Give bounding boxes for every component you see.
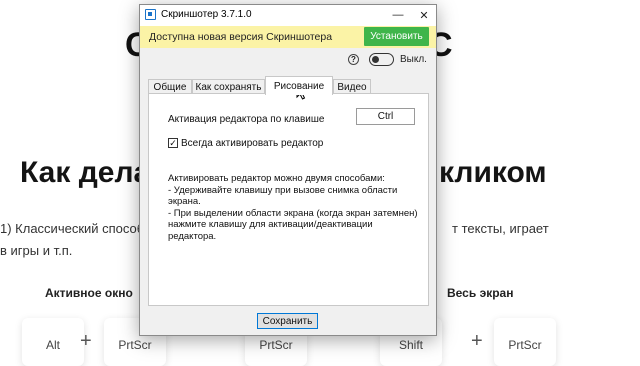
info-line: - При выделении области экрана (когда эк… (168, 207, 418, 219)
tab-how-to-save[interactable]: Как сохранять (192, 79, 265, 94)
always-activate-editor-label[interactable]: Всегда активировать редактор (181, 138, 323, 149)
page-paragraph-left: 1) Классический способ (0, 221, 145, 236)
help-icon[interactable]: ? (348, 54, 359, 65)
title-bar[interactable]: Скриншотер 3.7.1.0 — ✕ (140, 5, 436, 26)
editor-hotkey-label: Активация редактора по клавише (168, 114, 325, 125)
app-logo-icon (145, 9, 156, 20)
page-paragraph-line2: в игры и т.п. (0, 243, 73, 258)
close-button[interactable]: ✕ (412, 5, 436, 25)
plus-sign: + (471, 330, 483, 352)
page-heading-left: Как дела (20, 156, 151, 189)
page-heading-right: кликом (439, 156, 547, 189)
window-title: Скриншотер 3.7.1.0 (161, 9, 252, 20)
col-label-active-window: Активное окно (45, 286, 133, 300)
update-message: Доступна новая версия Скриншотера (149, 31, 333, 43)
save-button[interactable]: Сохранить (257, 313, 318, 329)
tab-general[interactable]: Общие (148, 79, 192, 94)
key-prtscr: PrtScr (494, 318, 556, 366)
minimize-button[interactable]: — (386, 5, 410, 25)
toggle-label: Выкл. (400, 54, 427, 65)
on-off-toggle[interactable] (369, 53, 394, 66)
tab-drawing[interactable]: Рисование (265, 76, 333, 95)
tab-video[interactable]: Видео (333, 79, 371, 94)
plus-sign: + (80, 330, 92, 352)
col-label-full-screen: Весь экран (447, 286, 514, 300)
install-update-button[interactable]: Установить (364, 27, 429, 46)
update-notification-bar: Доступна новая версия Скриншотера Устано… (140, 26, 436, 48)
drawing-settings-panel: Активация редактора по клавише Ctrl ✓ Вс… (148, 93, 429, 306)
info-line: Активировать редактор можно двумя способ… (168, 173, 385, 184)
screenshoter-dialog: Скриншотер 3.7.1.0 — ✕ Доступна новая ве… (139, 4, 437, 336)
always-activate-editor-checkbox[interactable]: ✓ (168, 138, 178, 148)
info-line: нажмите клавишу для активации/деактиваци… (168, 219, 373, 242)
page-paragraph-right: т тексты, играет (452, 221, 549, 236)
info-line: экрана. (168, 196, 201, 208)
key-alt: Alt (22, 318, 84, 366)
editor-hotkey-field[interactable]: Ctrl (356, 108, 415, 125)
toggle-knob (372, 55, 379, 63)
info-line: - Удерживайте клавишу при вызове снимка … (168, 184, 398, 196)
editor-info-text: Активировать редактор можно двумя способ… (168, 173, 418, 243)
